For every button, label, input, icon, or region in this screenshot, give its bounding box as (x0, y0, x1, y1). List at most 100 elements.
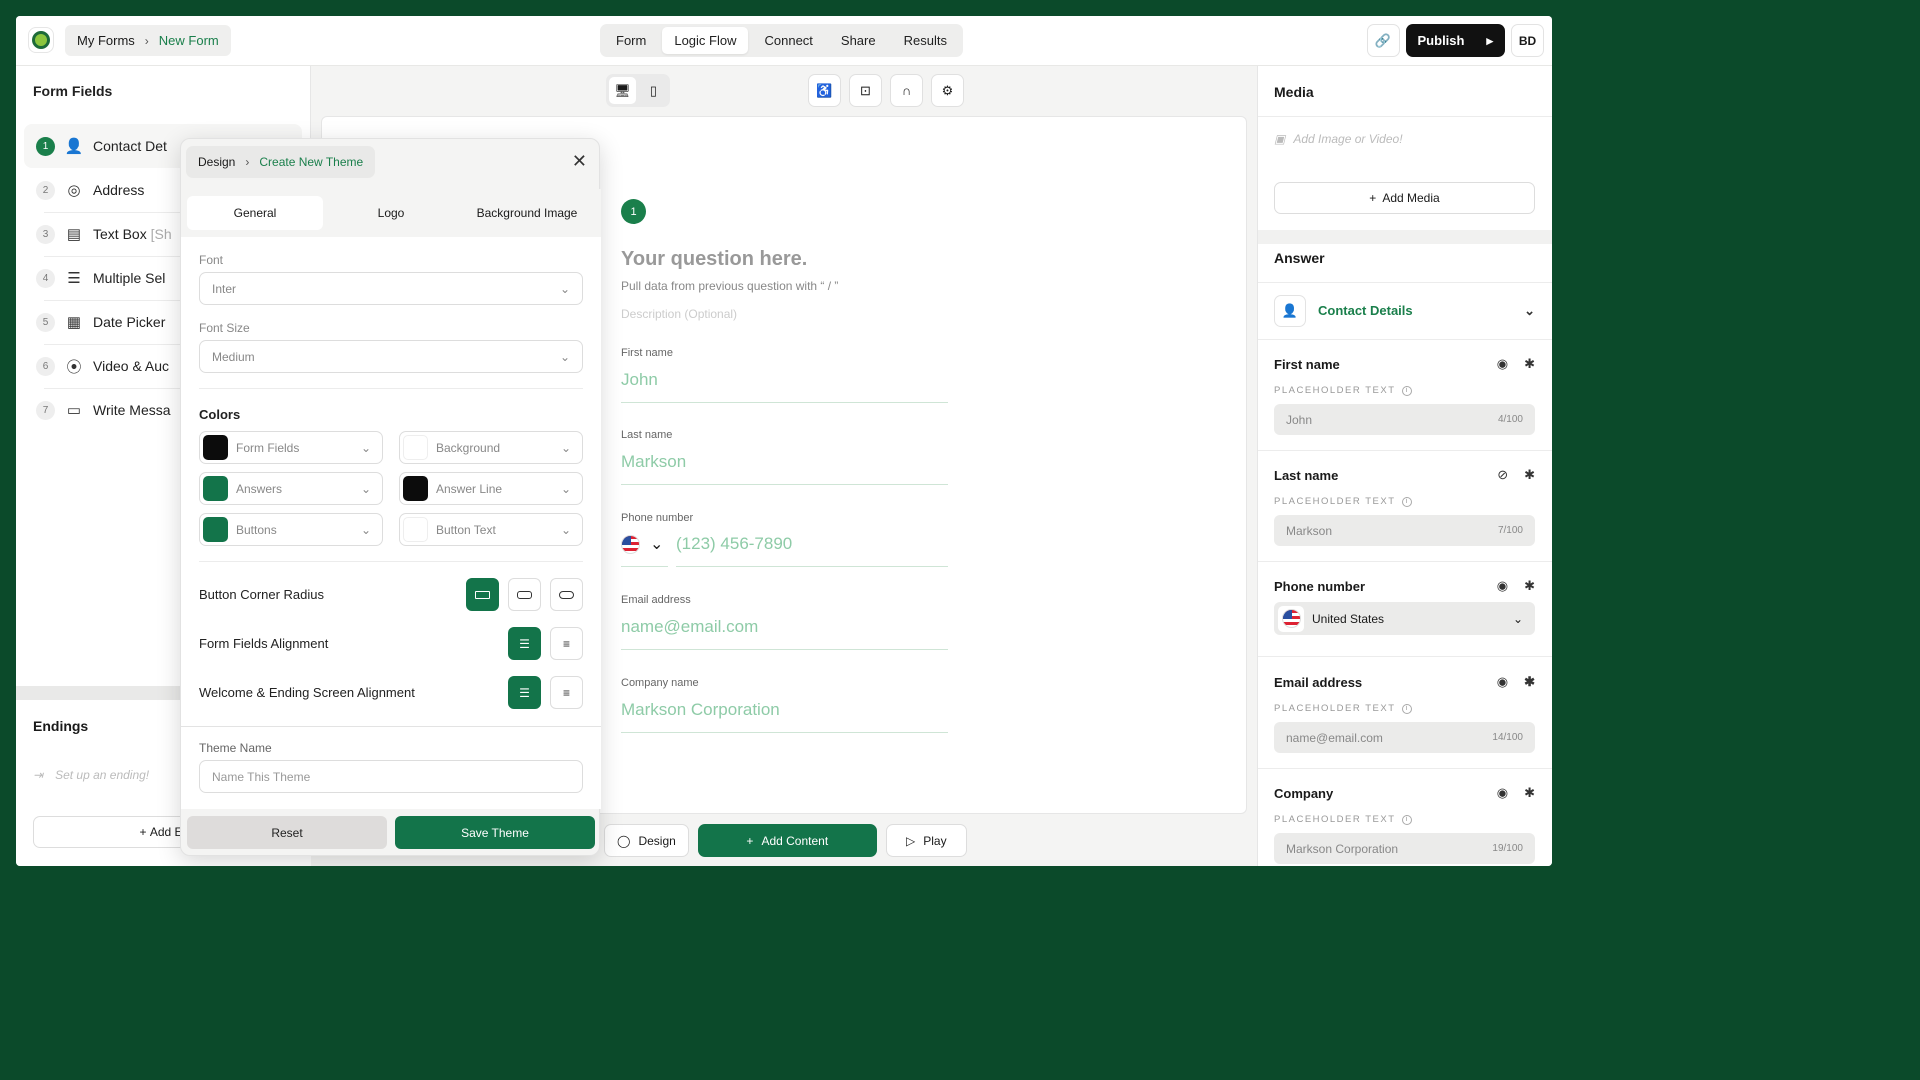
accessibility-button[interactable]: ♿ (808, 74, 841, 107)
description-input[interactable]: Description (Optional) (621, 307, 737, 321)
eye-icon[interactable]: ◉ (1497, 785, 1508, 801)
endings-placeholder: ⇥ Set up an ending! (33, 768, 149, 782)
breadcrumb-current[interactable]: New Form (159, 33, 219, 48)
answer-field-last-name: Last name ⊘ ✱ PLACEHOLDER TEXT i Markson 7… (1274, 467, 1535, 546)
color-label: Answer Line (436, 481, 503, 496)
align-left-button[interactable]: ☰ (508, 627, 541, 660)
color-label: Background (436, 440, 501, 455)
fields-alignment-row: Form Fields Alignment ☰ ≡ (199, 627, 583, 660)
asterisk-icon[interactable]: ✱ (1524, 356, 1535, 372)
add-content-label: Add Content (761, 833, 829, 848)
color-button-text[interactable]: Button Text ⌄ (399, 513, 583, 546)
asterisk-icon[interactable]: ✱ (1524, 785, 1535, 801)
align-center-button[interactable]: ≡ (550, 627, 583, 660)
theme-name-input[interactable]: Name This Theme (199, 760, 583, 793)
phone-field[interactable]: Phone number ⌄ (123) 456-7890 (621, 512, 948, 567)
asterisk-icon[interactable]: ✱ (1524, 578, 1535, 594)
answer-field-company: Company ◉ ✱ PLACEHOLDER TEXT i Markson Cor… (1274, 785, 1535, 864)
eye-icon[interactable]: ◉ (1497, 356, 1508, 372)
close-icon[interactable]: ✕ (572, 151, 587, 172)
field-value[interactable]: Markson Corporation (621, 700, 948, 733)
chevron-down-icon: ⌄ (360, 440, 371, 455)
design-button[interactable]: ◯ Design (604, 824, 689, 857)
tab-logo[interactable]: Logo (323, 196, 459, 230)
eye-icon[interactable]: ◉ (1497, 674, 1508, 690)
placeholder-input[interactable]: Markson Corporation 19/100 (1274, 833, 1535, 864)
radius-pill-button[interactable] (550, 578, 583, 611)
tab-background-image[interactable]: Background Image (459, 196, 595, 230)
email-field[interactable]: Email address name@email.com (621, 594, 948, 650)
asterisk-icon[interactable]: ✱ (1524, 467, 1535, 483)
radius-square-button[interactable] (466, 578, 499, 611)
top-bar: My Forms › New Form Form Logic Flow Conn… (16, 16, 1552, 66)
radius-rounded-button[interactable] (508, 578, 541, 611)
reset-button[interactable]: Reset (187, 816, 387, 849)
publish-button[interactable]: Publish ▸ (1405, 24, 1505, 57)
play-icon: ▷ (906, 833, 916, 848)
support-button[interactable]: ∩ (890, 74, 923, 107)
align-left-button[interactable]: ☰ (508, 676, 541, 709)
main-tabs: Form Logic Flow Connect Share Results (600, 24, 963, 57)
field-value[interactable]: John (621, 370, 948, 403)
breadcrumb-root[interactable]: Design (198, 155, 235, 169)
divider (1258, 339, 1552, 340)
tab-general[interactable]: General (187, 196, 323, 230)
answer-field-label: Last name (1274, 467, 1339, 483)
asterisk-icon[interactable]: ✱ (1524, 674, 1535, 690)
company-field[interactable]: Company name Markson Corporation (621, 677, 948, 733)
field-number: 3 (36, 224, 55, 244)
save-theme-button[interactable]: Save Theme (395, 816, 595, 849)
field-label: Phone number (621, 512, 694, 524)
play-button[interactable]: ▷ Play (885, 824, 967, 857)
tab-logic-flow[interactable]: Logic Flow (662, 27, 749, 54)
avatar[interactable]: BD (1511, 24, 1544, 57)
color-form-fields[interactable]: Form Fields ⌄ (199, 431, 383, 464)
first-name-field[interactable]: First name John (621, 347, 948, 403)
last-name-field[interactable]: Last name Markson (621, 429, 948, 485)
question-title[interactable]: Your question here. (621, 248, 807, 271)
placeholder-caption-text: PLACEHOLDER TEXT (1274, 496, 1396, 507)
translate-button[interactable]: ⊡ (849, 74, 882, 107)
divider (1258, 282, 1552, 283)
palette-icon: ◯ (617, 833, 631, 848)
font-select[interactable]: Inter ⌄ (199, 272, 583, 305)
add-content-button[interactable]: + Add Content (697, 824, 877, 857)
copy-link-button[interactable]: 🔗 (1366, 24, 1400, 57)
color-buttons[interactable]: Buttons ⌄ (199, 513, 383, 546)
app-logo[interactable] (28, 27, 54, 53)
eye-off-icon[interactable]: ⊘ (1497, 467, 1508, 483)
field-label-text: Text Box (93, 226, 147, 242)
placeholder-input[interactable]: Markson 7/100 (1274, 515, 1535, 546)
align-center-button[interactable]: ≡ (550, 676, 583, 709)
field-number: 2 (36, 180, 55, 200)
breadcrumb-root[interactable]: My Forms (77, 33, 135, 48)
placeholder-input[interactable]: John 4/100 (1274, 404, 1535, 435)
tab-results[interactable]: Results (892, 27, 959, 54)
tab-share[interactable]: Share (829, 27, 888, 54)
add-media-button[interactable]: + Add Media (1274, 182, 1535, 214)
color-answer-line[interactable]: Answer Line ⌄ (399, 472, 583, 505)
mobile-view-button[interactable]: ▯ (640, 77, 667, 104)
country-code-select[interactable]: ⌄ (621, 534, 668, 567)
answer-type-select[interactable]: 👤 Contact Details ⌄ (1274, 294, 1535, 327)
answer-field-header: Last name ⊘ ✱ (1274, 467, 1535, 483)
desktop-view-button[interactable]: 🖥 (609, 77, 636, 104)
placeholder-input[interactable]: name@email.com 14/100 (1274, 722, 1535, 753)
color-label: Form Fields (236, 440, 300, 455)
tab-form[interactable]: Form (604, 27, 658, 54)
answer-field-phone: Phone number ◉ ✱ United States ⌄ (1274, 578, 1535, 635)
publish-label: Publish (1417, 33, 1465, 48)
eye-icon[interactable]: ◉ (1497, 578, 1508, 594)
settings-button[interactable]: ⚙ (931, 74, 964, 107)
color-answers[interactable]: Answers ⌄ (199, 472, 383, 505)
color-background[interactable]: Background ⌄ (399, 431, 583, 464)
country-select[interactable]: United States ⌄ (1274, 602, 1535, 635)
info-icon: i (1401, 814, 1412, 825)
font-size-select[interactable]: Medium ⌄ (199, 340, 583, 373)
field-value[interactable]: Markson (621, 452, 948, 485)
field-number: 1 (36, 136, 55, 156)
field-value[interactable]: name@email.com (621, 617, 948, 650)
phone-value[interactable]: (123) 456-7890 (676, 534, 948, 567)
plus-icon: + (139, 825, 150, 839)
tab-connect[interactable]: Connect (752, 27, 824, 54)
